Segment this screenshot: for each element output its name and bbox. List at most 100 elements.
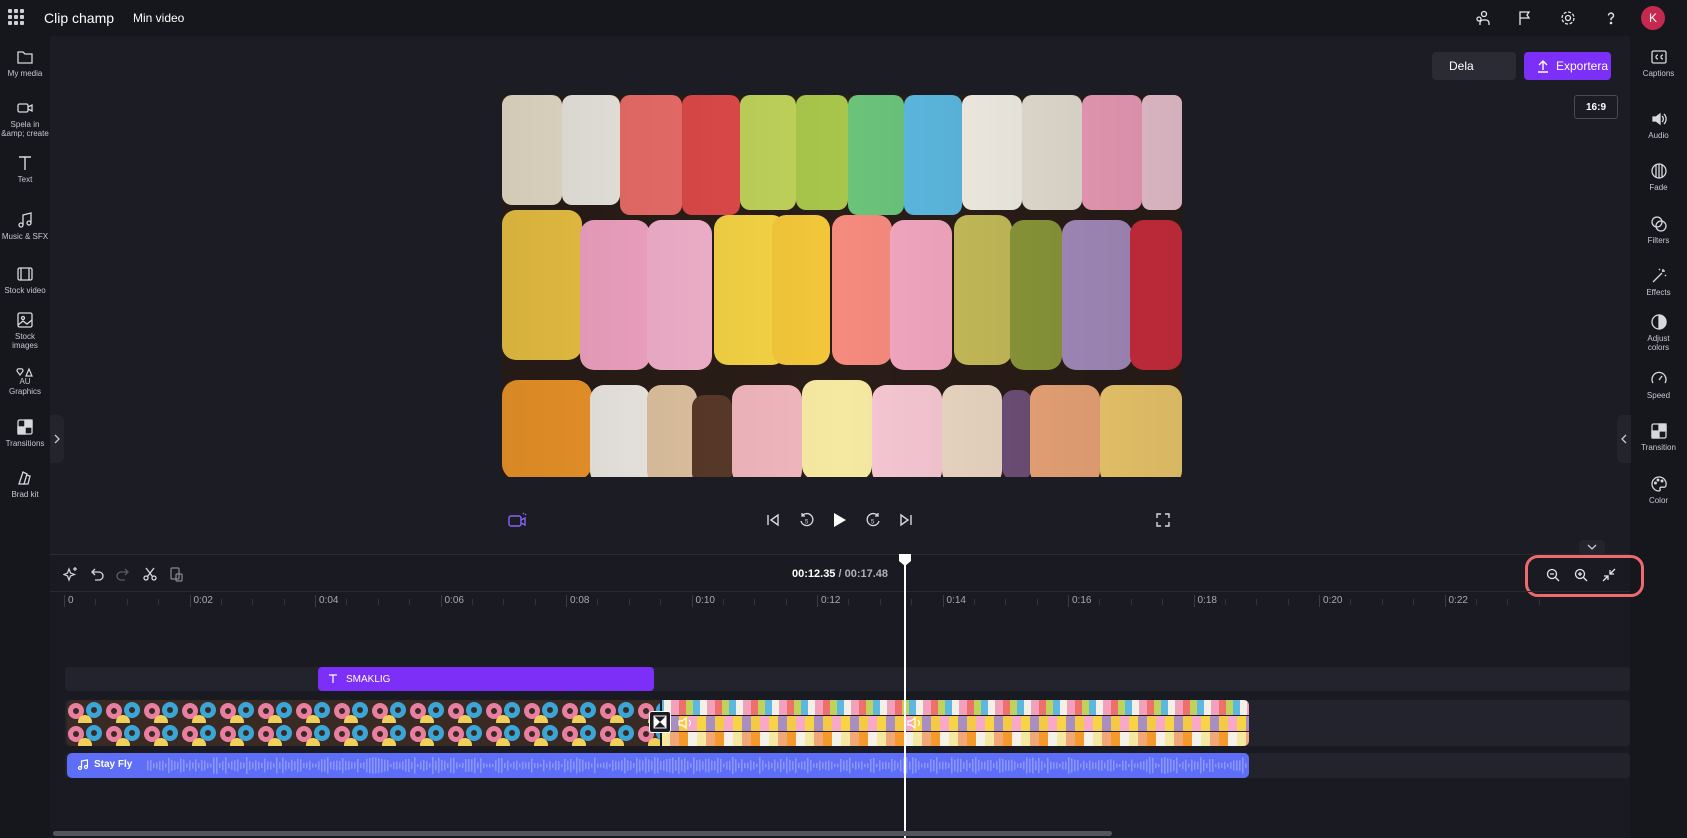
forward-5s-button[interactable]: 5 (861, 508, 885, 532)
waveform-bar (1122, 760, 1124, 771)
aspect-ratio-button[interactable]: 16:9 (1574, 95, 1618, 119)
rewind-5s-button[interactable]: 5 (795, 508, 819, 532)
redo-button[interactable] (114, 565, 132, 583)
waveform-bar (942, 761, 944, 770)
zoom-in-button[interactable] (1572, 566, 1590, 584)
waveform-bar (849, 757, 851, 774)
waveform-bar (1170, 758, 1172, 773)
waveform-bar (1047, 757, 1049, 774)
waveform-bar (234, 760, 236, 771)
waveform-bar (423, 759, 425, 772)
split-button[interactable] (141, 565, 159, 583)
settings-icon[interactable] (1555, 5, 1581, 31)
playhead-handle[interactable] (898, 553, 912, 567)
skip-to-end-button[interactable] (894, 508, 918, 532)
waveform-bar (1059, 763, 1061, 768)
waveform-bar (447, 763, 449, 768)
export-button[interactable]: Exportera (1524, 52, 1611, 80)
sidebar-item-speed[interactable]: Speed (1630, 370, 1687, 400)
waveform-bar (1017, 763, 1019, 768)
sidebar-item-stock-images[interactable]: Stock images (0, 311, 50, 350)
ai-edit-button[interactable] (505, 508, 529, 532)
waveform-bar (966, 759, 968, 772)
right-panel-toggle[interactable] (1617, 415, 1631, 463)
transition-marker[interactable] (649, 711, 671, 733)
waveform-bar (936, 757, 938, 774)
waveform-bar (303, 763, 305, 768)
waveform-bar (564, 758, 566, 773)
fullscreen-button[interactable] (1151, 508, 1175, 532)
sidebar-label: Brad kit (11, 490, 39, 499)
ruler-tick (315, 595, 316, 607)
share-button[interactable]: Dela (1432, 52, 1516, 80)
flag-icon[interactable] (1512, 5, 1538, 31)
waveform-bar (681, 759, 683, 772)
sidebar-item-text[interactable]: Text (0, 154, 50, 184)
sidebar-item-color[interactable]: Color (1630, 475, 1687, 505)
video-title[interactable]: Min video (133, 11, 184, 25)
text-clip[interactable]: SMAKLIG (318, 667, 654, 691)
play-button[interactable] (827, 508, 851, 532)
waveform-bar (519, 763, 521, 768)
waveform-bar (300, 759, 302, 772)
zoom-to-fit-button[interactable] (1600, 566, 1618, 584)
waveform-bar (504, 762, 506, 769)
video-preview[interactable] (502, 95, 1182, 477)
sidebar-item-adjust-colors[interactable]: Adjust colors (1630, 313, 1687, 352)
sidebar-item-my-media[interactable]: My media (0, 48, 50, 78)
waveform-bar (177, 762, 179, 769)
sidebar-item-transitions[interactable]: Transitions (0, 418, 50, 448)
waveform-bar (918, 761, 920, 770)
waveform-bar (216, 757, 218, 774)
waveform-bar (1227, 763, 1229, 768)
playhead[interactable] (904, 555, 906, 838)
waveform-bar (321, 759, 323, 772)
export-label: Exportera (1556, 59, 1609, 73)
avatar[interactable]: K (1641, 6, 1665, 30)
waveform-bar (981, 761, 983, 770)
help-icon[interactable] (1598, 5, 1624, 31)
sidebar-item-audio[interactable]: Audio (1630, 110, 1687, 140)
waveform-bar (885, 761, 887, 770)
apps-grid-icon[interactable] (8, 9, 24, 25)
skip-to-start-button[interactable] (761, 508, 785, 532)
chevron-right-icon (54, 434, 60, 444)
sidebar-item-filters[interactable]: Filters (1630, 215, 1687, 245)
waveform-bar (522, 761, 524, 770)
timeline-scrollbar[interactable] (53, 831, 1112, 836)
sidebar-item-captions[interactable]: Captions (1630, 48, 1687, 78)
delete-button[interactable] (167, 565, 185, 583)
undo-button[interactable] (88, 565, 106, 583)
waveform-bar (627, 760, 629, 771)
waveform-bar (264, 758, 266, 773)
audio-clip[interactable]: Stay Fly (67, 753, 1249, 778)
waveform-bar (879, 760, 881, 771)
sidebar-item-transition[interactable]: Transition (1630, 422, 1687, 452)
sidebar-item-graphics[interactable]: AU Graphics (0, 367, 50, 396)
waveform-bar (597, 763, 599, 768)
left-panel-toggle[interactable] (50, 415, 64, 463)
waveform-bar (699, 759, 701, 772)
waveform-bar (738, 762, 740, 769)
zoom-out-button[interactable] (1544, 566, 1562, 584)
ruler-minor-tick (660, 599, 662, 605)
ruler-tick (566, 595, 567, 607)
sidebar-item-effects[interactable]: Effects (1630, 267, 1687, 297)
undo-icon (91, 568, 104, 581)
clip-volume-icon[interactable] (677, 715, 695, 731)
waveform-bar (369, 757, 371, 774)
sidebar-item-fade[interactable]: Fade (1630, 162, 1687, 192)
sidebar-item-record-create[interactable]: Spela in &amp; create (0, 99, 50, 138)
sidebar-item-music[interactable]: Music & SFX (0, 211, 50, 241)
waveform-bar (621, 760, 623, 771)
collapse-preview-button[interactable] (1579, 540, 1605, 554)
sidebar-label: Speed (1646, 391, 1671, 400)
magic-tool-button[interactable] (62, 565, 80, 583)
waveform-bar (1110, 759, 1112, 772)
sidebar-item-brand-kit[interactable]: Brad kit (0, 469, 50, 499)
share-people-icon[interactable] (1469, 5, 1495, 31)
sidebar-item-stock-video[interactable]: Stock video (0, 265, 50, 295)
waveform-bar (441, 759, 443, 772)
clip-volume-icon[interactable] (906, 715, 924, 731)
waveform-bar (840, 758, 842, 773)
